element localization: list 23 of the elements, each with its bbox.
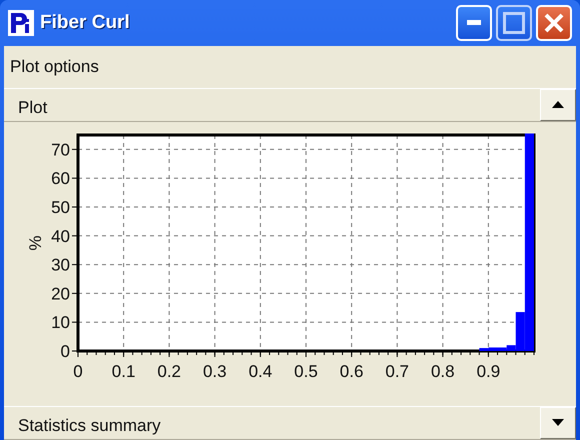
axis-label: %	[26, 235, 45, 250]
tick-label: 40	[51, 226, 70, 246]
tick-label: 0	[60, 342, 70, 361]
tick-label: 0	[73, 362, 83, 381]
tick-label: 0.2	[157, 362, 182, 381]
tick-label: 60	[51, 168, 70, 188]
tick-label: 50	[51, 198, 70, 217]
tick-label: 70	[51, 140, 70, 160]
tick-label: 0.6	[340, 362, 364, 381]
tick-label: 20	[51, 284, 70, 304]
menu-item[interactable]: Plot options	[10, 57, 99, 76]
tick-label: 10	[51, 312, 70, 332]
tick-label: 0.3	[202, 362, 227, 381]
tick-label: 0.1	[112, 362, 136, 381]
window-title: Fiber Curl	[40, 10, 130, 35]
tick-label: 0.9	[476, 362, 500, 381]
tick-label: 0.4	[248, 362, 272, 381]
section-title: Statistics summary	[17, 414, 162, 437]
tick-label: 30	[51, 255, 70, 274]
section-title: Plot	[17, 96, 48, 118]
tick-label: 0.7	[385, 362, 410, 381]
tick-label: 0.5	[294, 362, 318, 381]
tick-label: 0.8	[430, 362, 455, 381]
